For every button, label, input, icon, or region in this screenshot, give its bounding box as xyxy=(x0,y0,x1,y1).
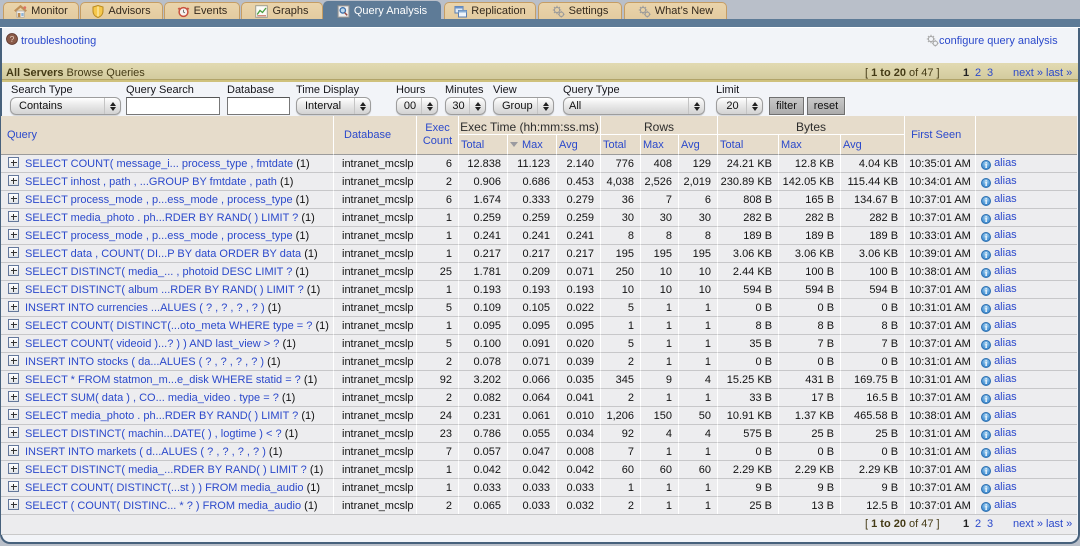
svg-text:?: ? xyxy=(10,34,15,44)
